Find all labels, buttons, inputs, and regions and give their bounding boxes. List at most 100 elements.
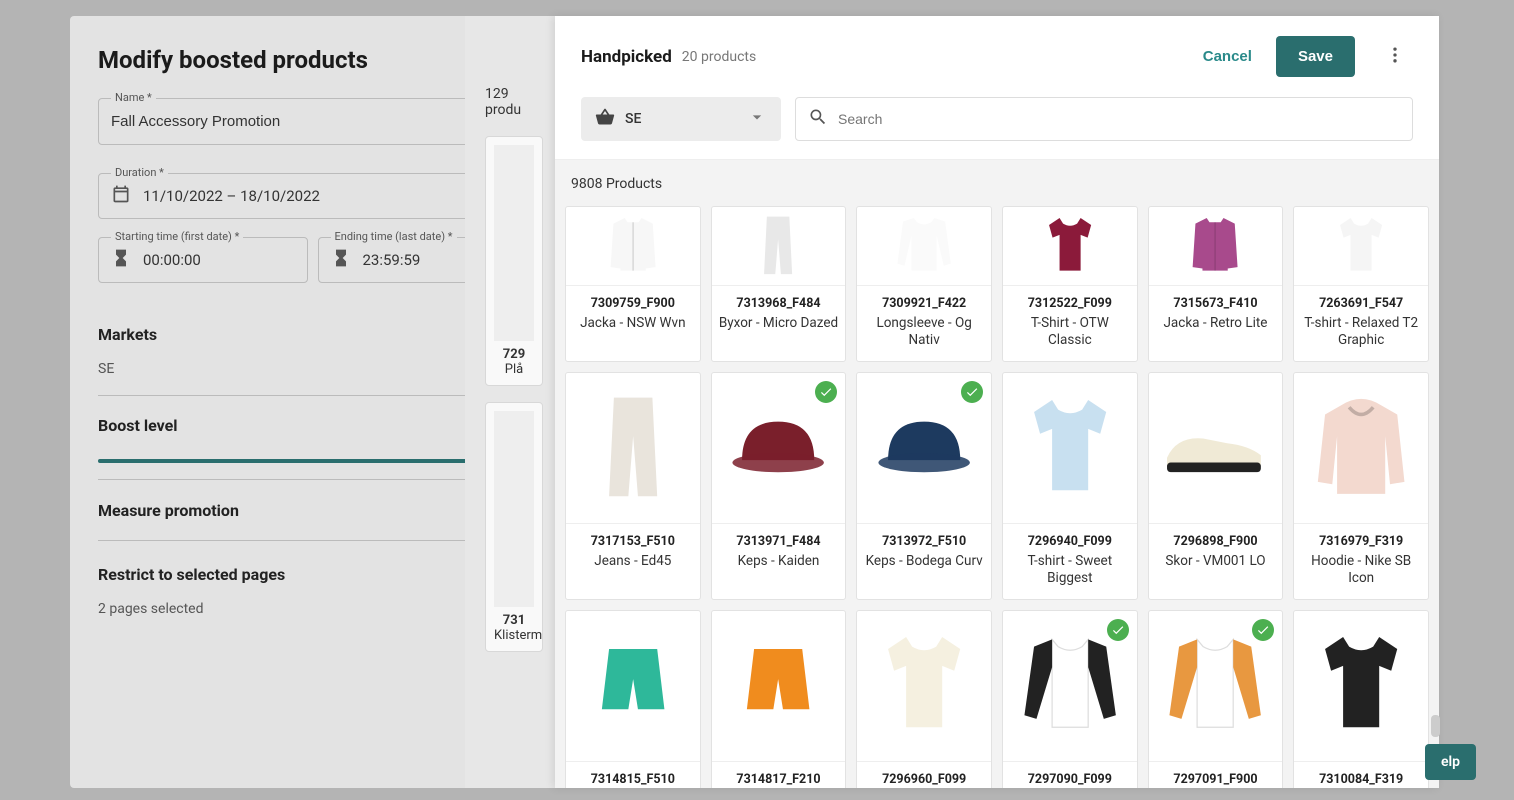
- product-image: [1294, 207, 1428, 285]
- product-image: [857, 611, 991, 761]
- bg-card: 731 Klisterm: [485, 402, 543, 652]
- product-name: Byxor - Micro Dazed: [718, 315, 840, 332]
- product-card[interactable]: 7309921_F422 Longsleeve - Og Nativ: [856, 206, 992, 362]
- product-id: 7314817_F210: [718, 772, 840, 787]
- calendar-icon: [111, 184, 131, 208]
- search-box[interactable]: [795, 97, 1413, 141]
- product-name: Jacka - Retro Lite: [1155, 315, 1277, 332]
- product-image: [1003, 373, 1137, 523]
- measure-label: Measure promotion: [98, 501, 239, 520]
- product-id: 7296940_F099: [1009, 534, 1131, 549]
- product-name: Skor - VM001 LO: [1155, 553, 1277, 570]
- results-count: 9808 Products: [565, 176, 1429, 206]
- product-image: [712, 611, 846, 761]
- product-name: Keps - Kaiden: [718, 553, 840, 570]
- product-id: 7297090_F099: [1009, 772, 1131, 787]
- start-time-label: Starting time (first date) *: [111, 230, 243, 243]
- cancel-button[interactable]: Cancel: [1189, 38, 1266, 75]
- market-dropdown[interactable]: SE: [581, 97, 781, 141]
- product-card[interactable]: 7297091_F900 Longsleeve -: [1148, 610, 1284, 789]
- markets-value: SE: [98, 361, 527, 389]
- product-image: [1003, 207, 1137, 285]
- product-id: 7315673_F410: [1155, 296, 1277, 311]
- product-card[interactable]: 7310084_F319 T-Shirt -: [1293, 610, 1429, 789]
- handpicked-sub: 20 products: [682, 49, 1179, 65]
- product-id: 7312522_F099: [1009, 296, 1131, 311]
- duration-field[interactable]: Duration * 11/10/2022 – 18/10/2022: [98, 173, 527, 219]
- product-id: 7314815_F510: [572, 772, 694, 787]
- product-name: T-Shirt - OTW Classic: [1009, 315, 1131, 349]
- search-input[interactable]: [828, 99, 1400, 139]
- product-image: [566, 611, 700, 761]
- product-image: [1149, 373, 1283, 523]
- save-button[interactable]: Save: [1276, 36, 1355, 77]
- product-id: 7309921_F422: [863, 296, 985, 311]
- product-card[interactable]: 7263691_F547 T-shirt - Relaxed T2 Graphi…: [1293, 206, 1429, 362]
- product-name: Hoodie - Nike SB Icon: [1300, 553, 1422, 587]
- help-button[interactable]: elp: [1425, 744, 1476, 780]
- hourglass-icon: [111, 248, 131, 272]
- product-card[interactable]: 7312522_F099 T-Shirt - OTW Classic: [1002, 206, 1138, 362]
- product-image: [1294, 373, 1428, 523]
- product-id: 7309759_F900: [572, 296, 694, 311]
- selected-check-icon: [815, 381, 837, 403]
- product-name: T-shirt - Relaxed T2 Graphic: [1300, 315, 1422, 349]
- product-id: 7313971_F484: [718, 534, 840, 549]
- selected-check-icon: [1252, 619, 1274, 641]
- handpicked-title: Handpicked: [581, 47, 672, 67]
- duration-value: 11/10/2022 – 18/10/2022: [143, 187, 320, 205]
- start-time-field[interactable]: Starting time (first date) * 00:00:00: [98, 237, 308, 283]
- search-icon: [808, 107, 828, 131]
- product-card[interactable]: 7309759_F900 Jacka - NSW Wvn: [565, 206, 701, 362]
- selected-check-icon: [1107, 619, 1129, 641]
- product-card[interactable]: 7313968_F484 Byxor - Micro Dazed: [711, 206, 847, 362]
- more-menu-button[interactable]: [1377, 37, 1413, 76]
- product-card[interactable]: 7297090_F099 Longsleeve -: [1002, 610, 1138, 789]
- product-id: 7310084_F319: [1300, 772, 1422, 787]
- product-image: [566, 207, 700, 285]
- product-card[interactable]: 7317153_F510 Jeans - Ed45: [565, 372, 701, 600]
- product-count: 129 produ: [485, 86, 543, 118]
- product-card[interactable]: 7313972_F510 Keps - Bodega Curv: [856, 372, 992, 600]
- boost-slider[interactable]: [98, 459, 527, 463]
- product-id: 7263691_F547: [1300, 296, 1422, 311]
- duration-label: Duration *: [111, 166, 168, 179]
- product-card[interactable]: 7316979_F319 Hoodie - Nike SB Icon: [1293, 372, 1429, 600]
- product-card[interactable]: 7296898_F900 Skor - VM001 LO: [1148, 372, 1284, 600]
- product-image: [857, 207, 991, 285]
- product-id: 7313968_F484: [718, 296, 840, 311]
- product-id: 7297091_F900: [1155, 772, 1277, 787]
- product-card[interactable]: 7313971_F484 Keps - Kaiden: [711, 372, 847, 600]
- product-id: 7296898_F900: [1155, 534, 1277, 549]
- bg-card: 729 Plå: [485, 136, 543, 386]
- product-card[interactable]: 7315673_F410 Jacka - Retro Lite: [1148, 206, 1284, 362]
- restrict-label: Restrict to selected pages: [98, 565, 285, 584]
- product-id: 7317153_F510: [572, 534, 694, 549]
- boost-label: Boost level: [98, 416, 178, 435]
- product-card[interactable]: 7296960_F099 T-Shirt - Washed: [856, 610, 992, 789]
- end-time-value: 23:59:59: [363, 251, 421, 269]
- markets-label: Markets: [98, 325, 157, 344]
- market-value: SE: [625, 111, 737, 127]
- product-id: 7296960_F099: [863, 772, 985, 787]
- product-card[interactable]: 7314815_F510 Shorts - Daily: [565, 610, 701, 789]
- start-time-value: 00:00:00: [143, 251, 201, 269]
- background-products: 129 produ 729 Plå 731 Klisterm: [465, 16, 555, 788]
- name-input[interactable]: [99, 99, 526, 144]
- product-card[interactable]: 7296940_F099 T-shirt - Sweet Biggest: [1002, 372, 1138, 600]
- product-image: [1149, 207, 1283, 285]
- scrollbar[interactable]: [1431, 715, 1440, 737]
- handpicked-panel: Handpicked 20 products Cancel Save SE 98…: [555, 16, 1439, 788]
- product-card[interactable]: 7314817_F210 Shorts - Daily: [711, 610, 847, 789]
- hourglass-icon: [331, 248, 351, 272]
- name-char-count: 24/50: [98, 149, 527, 163]
- product-id: 7316979_F319: [1300, 534, 1422, 549]
- product-image: [566, 373, 700, 523]
- name-field[interactable]: Name *: [98, 98, 527, 145]
- name-label: Name *: [111, 91, 156, 104]
- chevron-down-icon: [747, 107, 767, 131]
- product-image: [1294, 611, 1428, 761]
- product-name: Jeans - Ed45: [572, 553, 694, 570]
- end-time-label: Ending time (last date) *: [331, 230, 457, 243]
- product-image: [712, 207, 846, 285]
